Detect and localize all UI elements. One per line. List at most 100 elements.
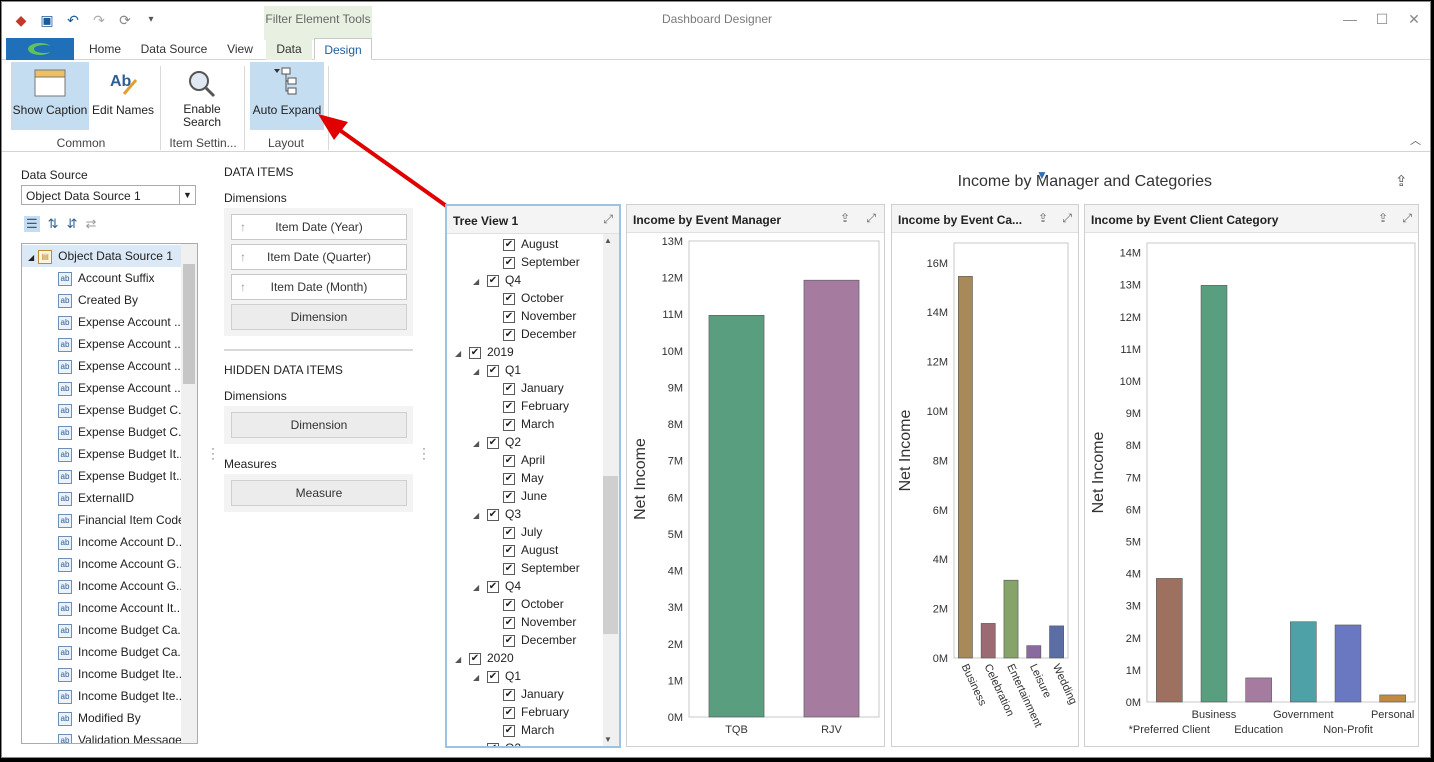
checkbox[interactable]: ✔ (487, 274, 499, 287)
tab-view[interactable]: View (222, 38, 258, 60)
checkbox[interactable]: ✔ (487, 580, 499, 593)
tree-node[interactable]: ◢ ✔ 2019 (455, 343, 514, 361)
tree-node[interactable]: ✔ December (503, 631, 576, 649)
tab-design[interactable]: Design (314, 38, 372, 60)
checkbox[interactable]: ✔ (503, 634, 515, 647)
checkbox[interactable]: ✔ (503, 256, 515, 269)
collapse-icon[interactable]: ◢ (28, 253, 34, 262)
expand-toggle-icon[interactable]: ◢ (473, 741, 483, 746)
tree-node[interactable]: ✔ July (503, 523, 542, 541)
tree-node[interactable]: ✔ October (503, 595, 564, 613)
field-list-item[interactable]: ab Expense Account ... (58, 311, 184, 333)
checkbox[interactable]: ✔ (503, 544, 515, 557)
sort-icon[interactable]: ↑ (240, 245, 246, 269)
checkbox[interactable]: ✔ (503, 382, 515, 395)
checkbox[interactable]: ✔ (469, 652, 481, 665)
field-list-item[interactable]: ab Expense Budget It... (58, 443, 186, 465)
expand-toggle-icon[interactable]: ◢ (455, 651, 465, 669)
checkbox[interactable]: ✔ (503, 472, 515, 485)
checkbox[interactable]: ✔ (503, 616, 515, 629)
checkbox[interactable]: ✔ (503, 418, 515, 431)
tree-node[interactable]: ✔ August (503, 541, 558, 559)
maximize-panel-icon[interactable]: ⤢ (866, 211, 876, 226)
tree-node[interactable]: ✔ April (503, 451, 545, 469)
splitter-grip[interactable]: · · · (422, 442, 426, 464)
tree-node[interactable]: ✔ September (503, 559, 580, 577)
checkbox[interactable]: ✔ (487, 670, 499, 683)
field-list-item[interactable]: ab Income Budget Ca... (58, 619, 187, 641)
swap-icon[interactable]: ⇄ (85, 216, 96, 232)
checkbox[interactable]: ✔ (487, 508, 499, 521)
tree-node[interactable]: ◢ ✔ Q1 (473, 667, 521, 685)
tree-node[interactable]: ✔ March (503, 415, 554, 433)
hidden-dimension-drop-target[interactable]: Dimension (231, 412, 407, 438)
tree-node[interactable]: ◢ ✔ Q3 (473, 505, 521, 523)
tree-node[interactable]: ✔ February (503, 397, 569, 415)
dimension-item[interactable]: ↑ Item Date (Month) (231, 274, 407, 300)
field-list-item[interactable]: ab Expense Account ... (58, 355, 184, 377)
export-icon[interactable]: ⇪ (1038, 211, 1048, 225)
field-list-item[interactable]: ab Expense Budget C... (58, 421, 188, 443)
tree-node[interactable]: ◢ ✔ Q1 (473, 361, 521, 379)
export-icon[interactable]: ⇪ (1395, 172, 1408, 190)
checkbox[interactable]: ✔ (503, 562, 515, 575)
checkbox[interactable]: ✔ (503, 454, 515, 467)
expand-toggle-icon[interactable]: ◢ (473, 579, 483, 597)
checkbox[interactable]: ✔ (503, 292, 515, 305)
expand-toggle-icon[interactable]: ◢ (473, 435, 483, 453)
scroll-down-icon[interactable]: ▼ (604, 735, 612, 744)
checkbox[interactable]: ✔ (503, 238, 515, 251)
field-list-item[interactable]: ab Expense Budget It... (58, 465, 186, 487)
maximize-panel-icon[interactable]: ⤢ (603, 212, 613, 227)
measure-drop-target[interactable]: Measure (231, 480, 407, 506)
tree-node[interactable]: ✔ November (503, 613, 576, 631)
sort-descending-icon[interactable]: ⇵ (67, 216, 78, 232)
field-list-item[interactable]: ab Financial Item Code (58, 509, 185, 531)
sort-ascending-icon[interactable]: ⇅ (48, 216, 59, 232)
tree-node[interactable]: ✔ September (503, 253, 580, 271)
checkbox[interactable]: ✔ (503, 706, 515, 719)
field-list-item[interactable]: ab Income Budget Ite... (58, 663, 185, 685)
tree-node[interactable]: ✔ May (503, 469, 544, 487)
tree-node[interactable]: ✔ June (503, 487, 547, 505)
dimension-drop-target[interactable]: Dimension (231, 304, 407, 330)
file-tab[interactable] (6, 38, 74, 60)
tab-home[interactable]: Home (84, 38, 126, 60)
checkbox[interactable]: ✔ (487, 364, 499, 377)
scrollbar-thumb[interactable] (603, 476, 618, 634)
field-list-item[interactable]: ab Account Suffix (58, 267, 155, 289)
tree-node[interactable]: ◢ ✔ Q2 (473, 433, 521, 451)
chevron-down-icon[interactable]: ▼ (179, 186, 195, 204)
checkbox[interactable]: ✔ (503, 328, 515, 341)
dimension-item[interactable]: ↑ Item Date (Year) (231, 214, 407, 240)
tree-node[interactable]: ◢ ✔ 2020 (455, 649, 514, 667)
expand-toggle-icon[interactable]: ◢ (455, 345, 465, 363)
tree-node[interactable]: ✔ October (503, 289, 564, 307)
field-list-item[interactable]: ab Income Account G... (58, 575, 186, 597)
field-list-item[interactable]: ab ExternalID (58, 487, 134, 509)
field-list-item[interactable]: ab Created By (58, 289, 138, 311)
field-list-item[interactable]: ab Expense Budget C... (58, 399, 188, 421)
field-list-item[interactable]: ab Income Budget Ite... (58, 685, 185, 707)
expand-toggle-icon[interactable]: ◢ (473, 273, 483, 291)
field-list-item[interactable]: ab Income Account G... (58, 553, 186, 575)
checkbox[interactable]: ✔ (487, 742, 499, 746)
tree-node[interactable]: ◢ ✔ Q4 (473, 271, 521, 289)
group-fields-icon[interactable]: ☰ (24, 216, 40, 232)
tree-node[interactable]: ✔ January (503, 379, 564, 397)
tab-data[interactable]: Data (266, 38, 312, 60)
tree-scrollbar[interactable]: ▲ ▼ (603, 234, 619, 746)
expand-toggle-icon[interactable]: ◢ (473, 363, 483, 381)
maximize-panel-icon[interactable]: ⤢ (1402, 211, 1412, 226)
maximize-icon[interactable]: ☐ (1372, 10, 1392, 28)
edit-names-button[interactable]: Ab Edit Names (91, 62, 155, 130)
scroll-up-icon[interactable]: ▲ (604, 236, 612, 245)
tab-data-source[interactable]: Data Source (138, 38, 210, 60)
export-icon[interactable]: ⇪ (1378, 211, 1388, 225)
data-source-combo[interactable]: Object Data Source 1 ▼ (21, 185, 196, 205)
checkbox[interactable]: ✔ (469, 346, 481, 359)
filter-icon[interactable]: ▼ (1036, 168, 1048, 182)
tree-node[interactable]: ✔ January (503, 685, 564, 703)
field-list-root[interactable]: ◢ ▤ Object Data Source 1 (22, 245, 182, 267)
scrollbar-thumb[interactable] (183, 264, 195, 384)
